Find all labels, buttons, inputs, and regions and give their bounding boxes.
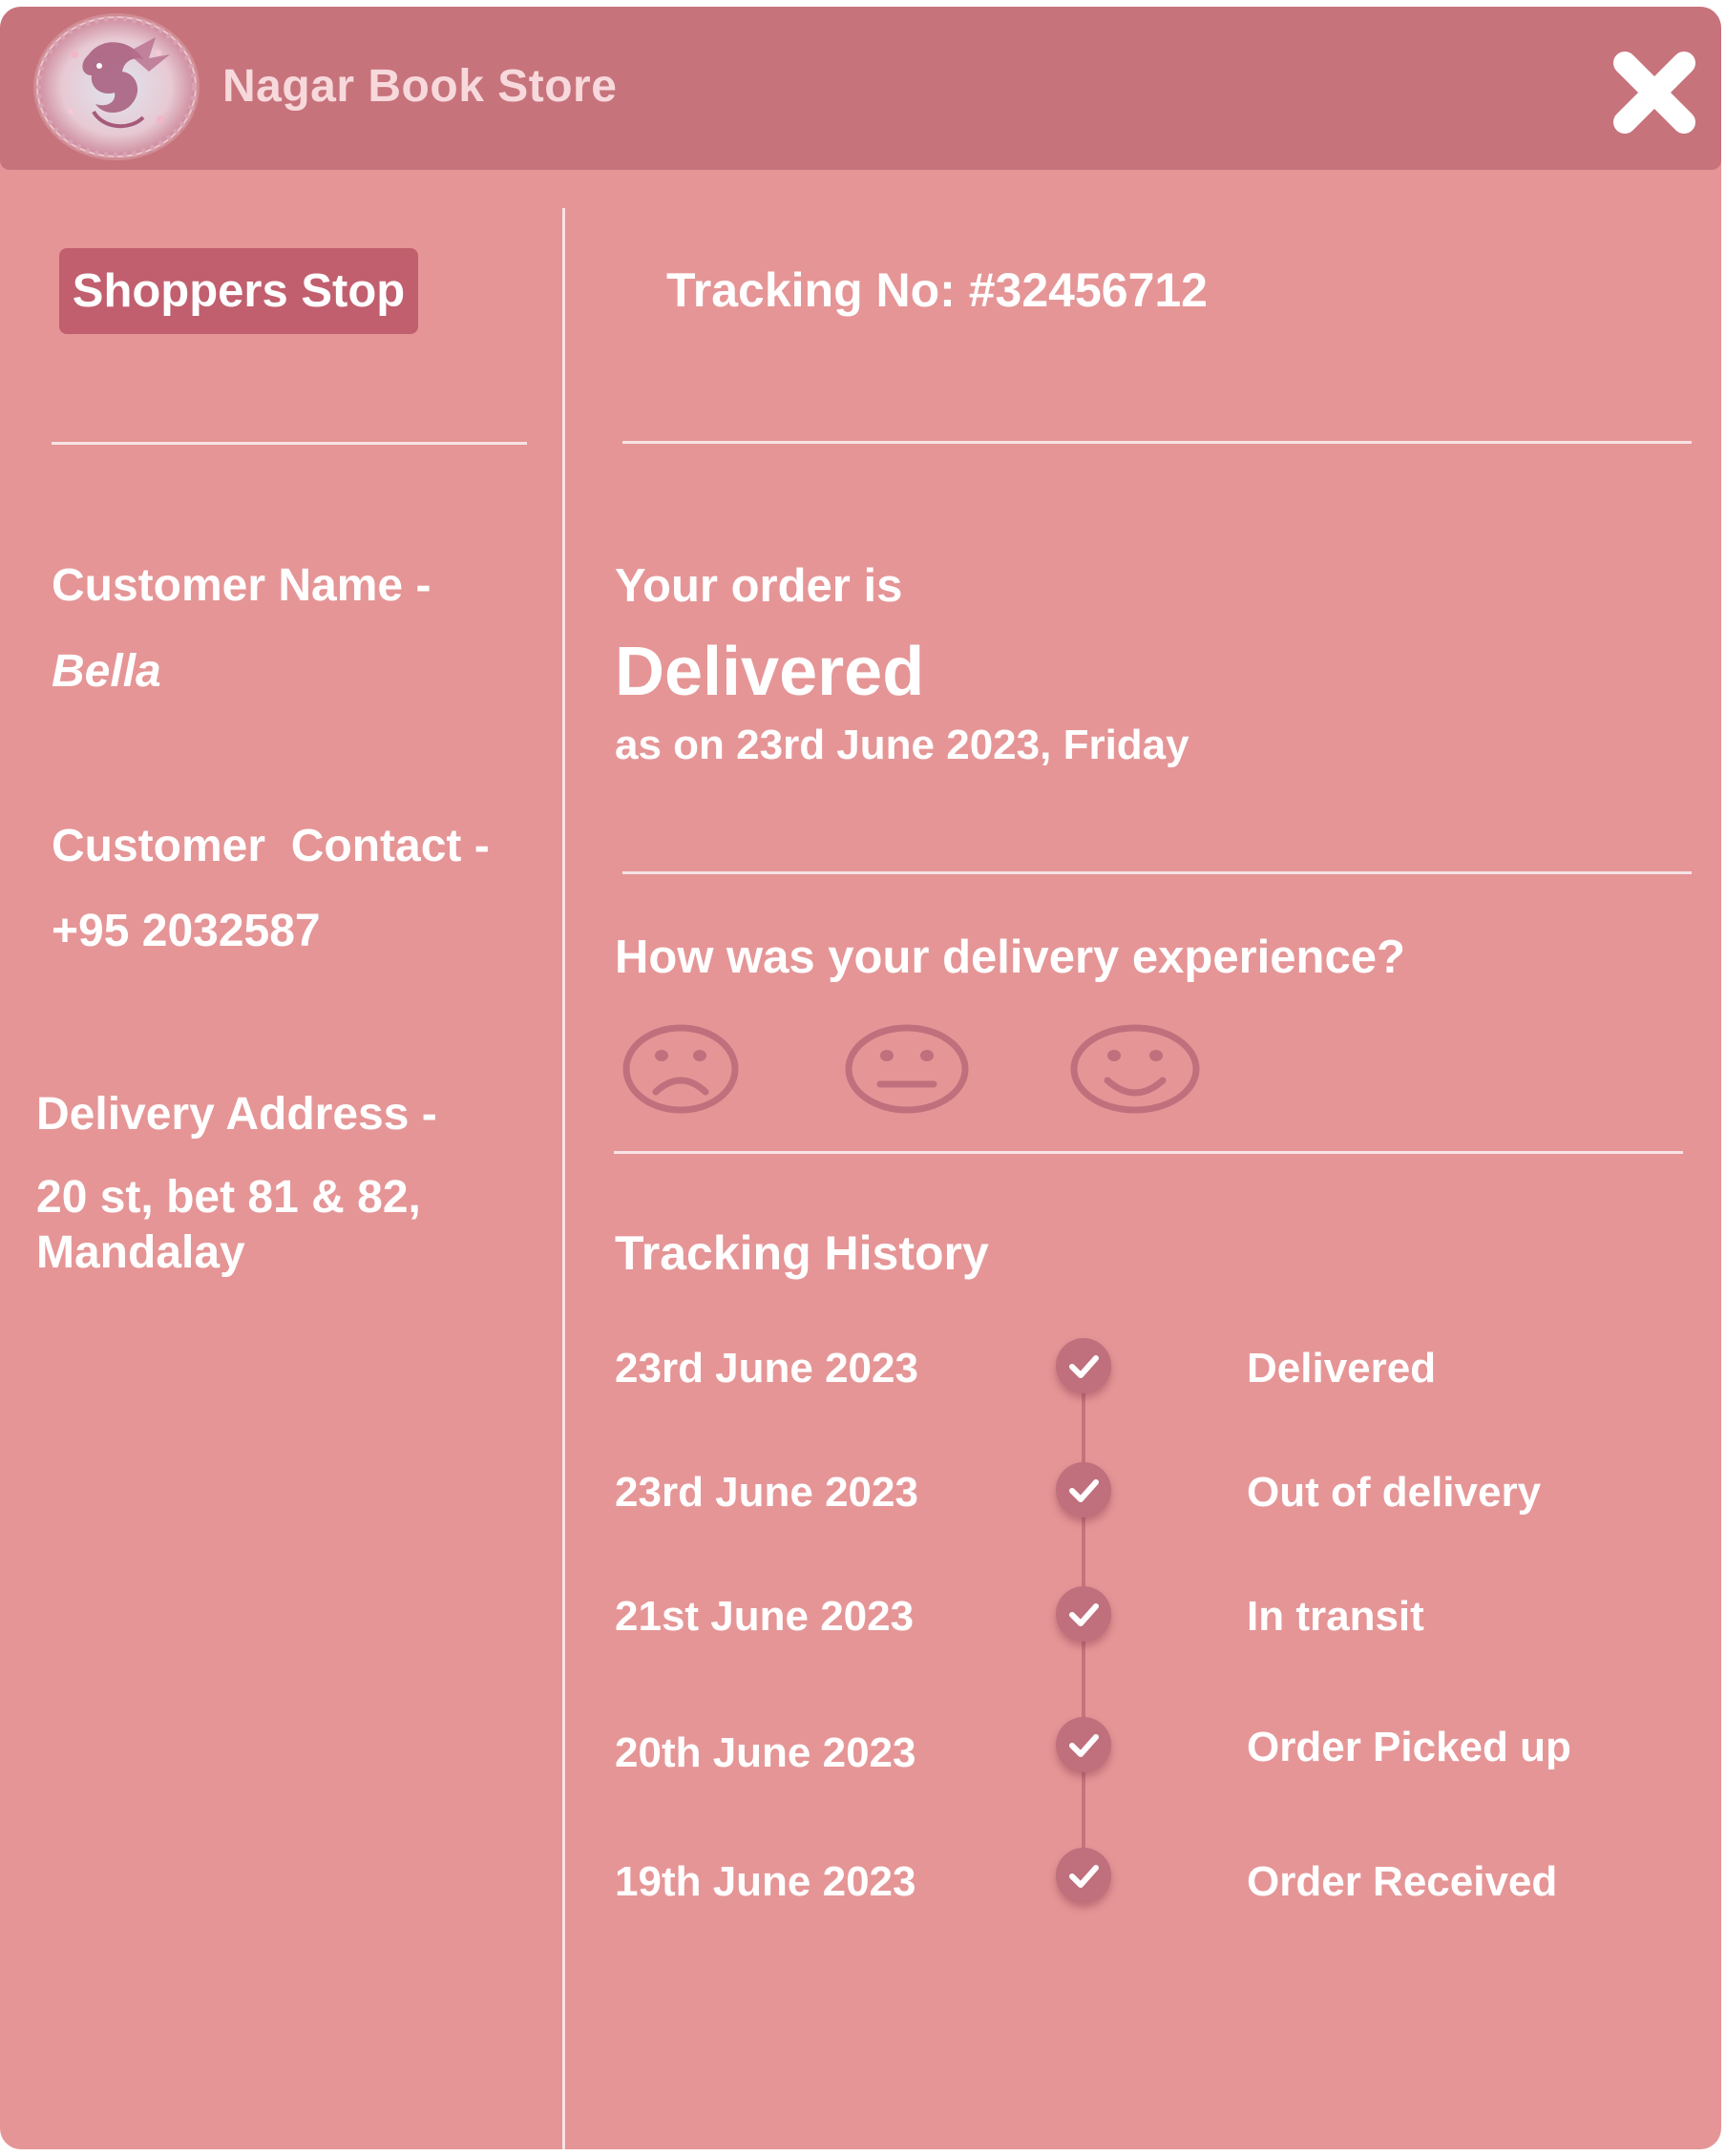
order-status-date: as on 23rd June 2023, Friday [615,722,1189,768]
delivery-address-line2: Mandalay [36,1227,245,1278]
tracking-divider [622,441,1692,444]
delivery-address-label: Delivery Address - [36,1089,437,1140]
app-title: Nagar Book Store [222,61,618,112]
neutral-face-icon [845,1024,969,1114]
customer-name-value: Bella [52,646,161,697]
history-date: 23rd June 2023 [615,1345,918,1392]
feedback-question: How was your delivery experience? [615,931,1405,983]
dragon-logo-icon [35,15,198,158]
customer-name-label: Customer Name - [52,560,432,611]
history-date: 21st June 2023 [615,1593,915,1640]
history-status: Out of delivery [1247,1469,1542,1516]
customer-contact-label: Customer Contact - [52,821,490,871]
column-divider [562,208,565,2149]
status-divider [622,871,1692,874]
order-tracking-window: Nagar Book Store Shoppers Stop Customer … [0,7,1721,2149]
delivery-address-line1: 20 st, bet 81 & 82, [36,1172,421,1223]
header-bar: Nagar Book Store [0,7,1721,170]
history-date: 20th June 2023 [615,1729,916,1776]
close-button[interactable] [1611,50,1697,136]
happy-face-icon [1070,1024,1200,1114]
history-status: Order Received [1247,1858,1558,1905]
history-date: 19th June 2023 [615,1858,916,1905]
check-circle-icon [1056,1717,1111,1772]
tracking-number: Tracking No: #32456712 [666,263,1208,317]
sidebar-divider [52,442,527,445]
feedback-divider [614,1151,1683,1154]
neutral-face-button[interactable] [844,1023,970,1120]
sad-face-button[interactable] [621,1023,740,1120]
check-circle-icon [1056,1462,1111,1518]
check-circle-icon [1056,1338,1111,1393]
happy-face-button[interactable] [1069,1023,1201,1120]
history-date: 23rd June 2023 [615,1469,918,1516]
check-circle-icon [1056,1848,1111,1903]
store-name-badge: Shoppers Stop [59,248,418,334]
check-circle-icon [1056,1586,1111,1642]
customer-contact-value: +95 2032587 [52,906,321,956]
sad-face-icon [622,1024,739,1114]
history-status: Delivered [1247,1345,1437,1392]
order-status-heading: Delivered [615,634,925,710]
tracking-history-title: Tracking History [615,1226,989,1280]
history-status: In transit [1247,1593,1424,1640]
history-status: Order Picked up [1247,1724,1571,1770]
close-icon [1613,52,1695,134]
order-intro-text: Your order is [615,560,903,612]
